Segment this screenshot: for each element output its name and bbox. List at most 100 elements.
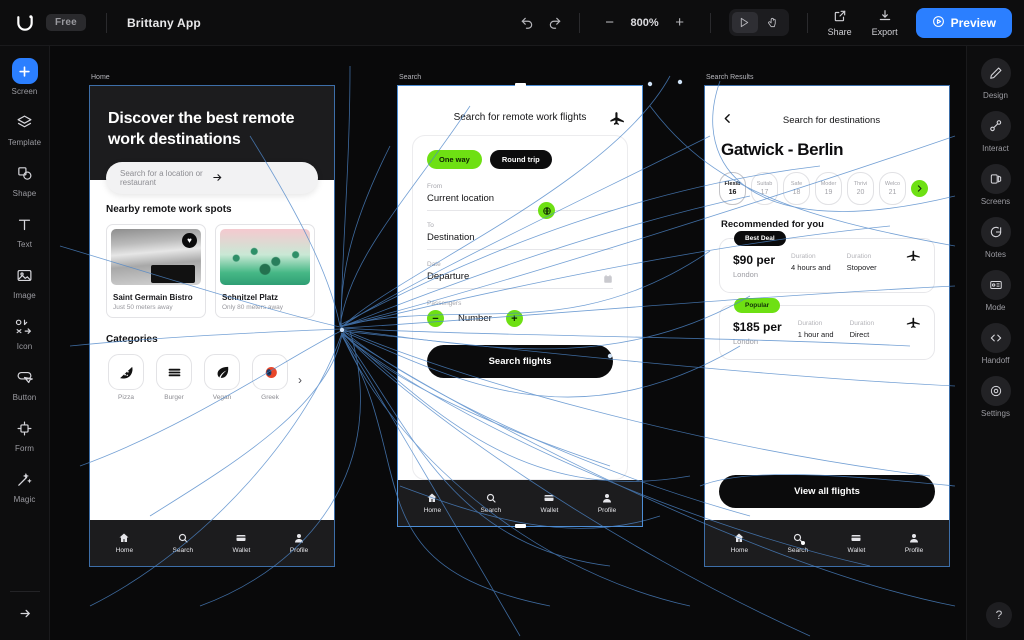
calendar-icon[interactable] [603,274,613,286]
nav-item-search[interactable]: Search [173,532,193,554]
date-chip[interactable]: Flexib 16 [719,172,746,205]
frame-label-search-results[interactable]: Search Results [706,74,753,81]
date-chip[interactable]: Safe 18 [783,172,810,205]
chevron-left-icon[interactable] [721,112,734,128]
from-field[interactable]: Current location [427,193,613,204]
zoom-level-value[interactable]: 800% [626,17,664,29]
sidebar-item-image[interactable]: Image [0,262,50,300]
search-flights-button[interactable]: Search flights [427,345,613,378]
sidebar-item-shape[interactable]: Shape [0,160,50,198]
view-all-wrap: View all flights [705,471,949,520]
category-item-burger[interactable]: Burger [154,354,194,401]
nav-item-home[interactable]: Home [731,532,748,554]
sidebar-item-screen[interactable]: Screen [0,58,50,96]
share-button[interactable]: Share [818,7,862,39]
to-field[interactable]: Destination [427,232,613,243]
frame-home[interactable]: Home Discover the best remote work desti… [89,74,335,567]
sidebar-item-text[interactable]: Text [0,211,50,249]
flight-duration-col: Duration 1 hour and [798,320,834,346]
trip-type-round-trip[interactable]: Round trip [489,150,552,169]
flight-card[interactable]: Popular $185 per London Duration 1 hour … [719,298,935,360]
nav-item-wallet[interactable]: Wallet [848,532,865,554]
flight-origin: London [733,337,759,346]
nav-item-search[interactable]: Search [481,492,501,514]
nav-item-home[interactable]: Home [424,492,441,514]
plus-icon [11,58,38,84]
place-distance: Just 50 meters away [113,304,173,312]
gear-icon [980,376,1011,406]
heart-icon[interactable]: ♥ [182,233,197,249]
panel-item-settings[interactable]: Settings [980,376,1011,418]
date-chip[interactable]: Moder 19 [815,172,842,205]
project-title[interactable]: Brittany App [127,16,201,30]
date-chip[interactable]: Thrivi 20 [847,172,874,205]
trip-type-group: One way Round trip [427,150,613,169]
date-chip[interactable]: Suitab 17 [751,172,778,205]
results-title: Search for destinations [782,114,881,126]
resize-handle-bottom[interactable] [515,524,526,528]
nav-item-home[interactable]: Home [116,532,133,554]
frame-search-results[interactable]: Search Results Search for destinations G… [704,74,950,567]
nav-item-profile[interactable]: Profile [905,532,923,554]
date-chip[interactable]: Welco 21 [879,172,906,205]
nav-item-wallet[interactable]: Wallet [233,532,250,554]
chevron-right-icon[interactable]: › [298,373,302,387]
flight-origin: London [733,270,759,279]
flight-duration-label: Duration [791,253,816,260]
arrow-right-icon[interactable] [212,172,304,185]
category-item-vegan[interactable]: Vegan [202,354,242,401]
passenger-increment-button[interactable]: + [505,310,523,327]
trip-type-one-way[interactable]: One way [427,150,482,169]
plan-badge[interactable]: Free [46,14,86,31]
redo-icon[interactable] [541,9,569,37]
nav-item-search[interactable]: Search [788,532,808,554]
date-field[interactable]: Departure [427,271,469,282]
panel-item-interact[interactable]: Interact [980,111,1011,153]
sidebar-item-magic[interactable]: Magic [0,466,50,504]
screen-home[interactable]: Discover the best remote work destinatio… [89,85,335,567]
sidebar-item-template[interactable]: Template [0,109,50,147]
frame-label-search[interactable]: Search [399,74,421,81]
date-row[interactable]: Departure [427,271,613,288]
category-item-greek[interactable]: Greek [250,354,290,401]
panel-item-screens[interactable]: Screens [980,164,1011,206]
preview-button[interactable]: Preview [915,7,1012,38]
sidebar-item-button[interactable]: Button [0,364,50,402]
link-nodes-icon [980,111,1011,141]
panel-item-design[interactable]: Design [980,58,1011,100]
passenger-count[interactable]: Number [458,313,492,324]
place-card[interactable]: Schnitzel Platz Only 80 meters away [215,224,315,319]
frame-label-home[interactable]: Home [91,74,110,81]
resize-handle-top[interactable] [515,83,526,87]
sidebar-expand-button[interactable] [0,600,50,626]
sidebar-item-icon[interactable]: Icon [0,313,50,351]
category-label: Pizza [118,394,134,402]
flight-card[interactable]: Best Deal $90 per London Duration 4 hour… [719,231,935,293]
passenger-decrement-button[interactable]: − [427,310,444,327]
nav-item-profile[interactable]: Profile [598,492,616,514]
cursor-play-icon[interactable] [731,12,758,33]
design-canvas[interactable]: Home Discover the best remote work desti… [50,46,966,640]
frame-search[interactable]: Search Search for remote work flights On… [397,74,643,528]
export-button[interactable]: Export [862,7,908,39]
panel-item-notes[interactable]: Notes [980,217,1011,259]
help-button[interactable]: ? [986,602,1012,628]
chevron-right-circle-icon[interactable] [911,180,928,197]
screen-search[interactable]: Search for remote work flights One way R… [397,85,643,527]
screen-search-results[interactable]: Search for destinations Gatwick - Berlin… [704,85,950,567]
zoom-out-button[interactable]: − [596,9,624,37]
panel-item-mode[interactable]: Mode [980,270,1011,312]
category-item-pizza[interactable]: Pizza [106,354,146,401]
nav-item-profile[interactable]: Profile [290,532,308,554]
undo-icon[interactable] [513,9,541,37]
view-all-flights-button[interactable]: View all flights [719,475,935,508]
globe-icon[interactable] [538,202,555,219]
u-logo-icon[interactable] [14,12,36,34]
place-card[interactable]: ♥ Saint Germain Bistro Just 50 meters aw… [106,224,206,319]
zoom-in-button[interactable]: + [666,9,694,37]
nav-item-wallet[interactable]: Wallet [541,492,558,514]
search-input[interactable]: Search for a location or restaurant [106,162,318,195]
panel-item-handoff[interactable]: Handoff [980,323,1011,365]
hand-icon[interactable] [760,12,786,33]
sidebar-item-form[interactable]: Form [0,415,50,453]
